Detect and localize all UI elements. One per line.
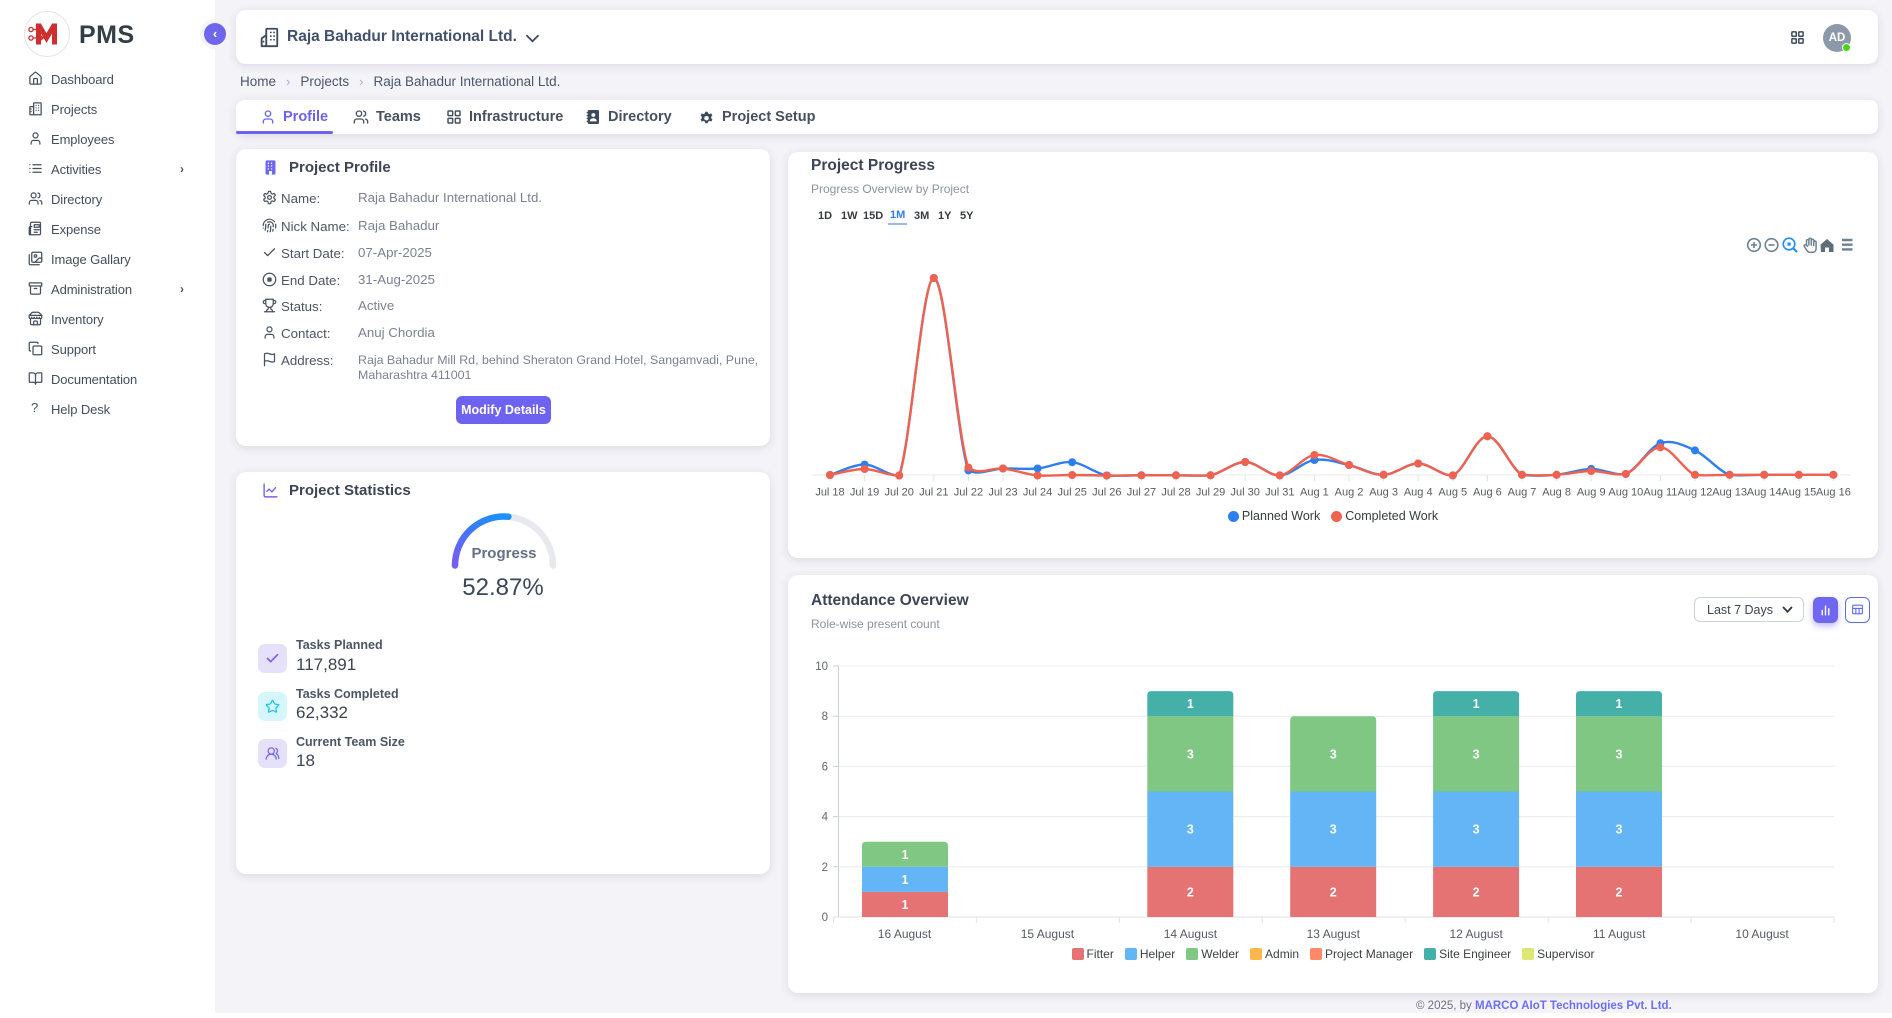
svg-text:Aug 7: Aug 7 [1508,487,1537,499]
svg-text:Aug 6: Aug 6 [1473,487,1502,499]
svg-text:3: 3 [1616,747,1623,761]
svg-text:Jul 31: Jul 31 [1265,487,1294,499]
svg-text:3: 3 [1473,823,1480,837]
svg-text:Jul 28: Jul 28 [1161,487,1190,499]
svg-text:Jul 19: Jul 19 [850,487,879,499]
svg-text:Jul 27: Jul 27 [1127,487,1156,499]
svg-text:1: 1 [902,898,909,912]
svg-text:Aug 13: Aug 13 [1712,487,1747,499]
svg-text:Jul 21: Jul 21 [919,487,948,499]
svg-text:Jul 30: Jul 30 [1231,487,1260,499]
svg-text:1: 1 [1473,697,1480,711]
svg-text:3: 3 [1187,747,1194,761]
svg-text:Aug 8: Aug 8 [1542,487,1571,499]
svg-text:Jul 26: Jul 26 [1092,487,1121,499]
svg-text:2: 2 [1473,885,1480,899]
svg-text:Aug 4: Aug 4 [1404,487,1433,499]
svg-text:2: 2 [1187,885,1194,899]
svg-text:Aug 12: Aug 12 [1678,487,1713,499]
svg-text:Aug 1: Aug 1 [1300,487,1329,499]
svg-text:6: 6 [822,761,828,773]
svg-text:Aug 3: Aug 3 [1369,487,1398,499]
svg-text:Jul 24: Jul 24 [1023,487,1052,499]
svg-text:Jul 20: Jul 20 [885,487,914,499]
svg-text:Aug 2: Aug 2 [1335,487,1364,499]
svg-text:1: 1 [902,848,909,862]
svg-text:Aug 16: Aug 16 [1816,487,1851,499]
svg-text:10: 10 [815,661,828,673]
svg-text:Aug 9: Aug 9 [1577,487,1606,499]
svg-text:0: 0 [822,912,828,924]
svg-text:2: 2 [1330,885,1337,899]
svg-text:10 August: 10 August [1735,927,1789,941]
svg-text:Jul 23: Jul 23 [988,487,1017,499]
svg-text:4: 4 [822,812,829,824]
svg-text:Aug 15: Aug 15 [1781,487,1816,499]
svg-text:Aug 11: Aug 11 [1643,487,1677,499]
svg-text:14 August: 14 August [1164,927,1218,941]
svg-text:Aug 14: Aug 14 [1747,487,1782,499]
svg-text:1: 1 [1187,697,1194,711]
svg-text:Jul 29: Jul 29 [1196,487,1225,499]
svg-text:2: 2 [822,862,828,874]
svg-text:1: 1 [902,873,909,887]
svg-text:Jul 18: Jul 18 [815,487,844,499]
svg-text:Aug 10: Aug 10 [1608,487,1643,499]
svg-text:12 August: 12 August [1450,927,1504,941]
svg-text:3: 3 [1330,747,1337,761]
svg-text:1: 1 [1616,697,1623,711]
svg-text:8: 8 [822,711,828,723]
svg-text:2: 2 [1616,885,1623,899]
svg-text:3: 3 [1187,823,1194,837]
svg-text:15 August: 15 August [1021,927,1075,941]
svg-text:Jul 22: Jul 22 [954,487,983,499]
svg-text:3: 3 [1473,747,1480,761]
svg-text:Aug 5: Aug 5 [1438,487,1467,499]
svg-text:3: 3 [1616,823,1623,837]
svg-text:11 August: 11 August [1593,927,1646,941]
svg-text:16 August: 16 August [878,927,932,941]
svg-text:3: 3 [1330,823,1337,837]
svg-text:Jul 25: Jul 25 [1058,487,1087,499]
svg-text:13 August: 13 August [1307,927,1361,941]
